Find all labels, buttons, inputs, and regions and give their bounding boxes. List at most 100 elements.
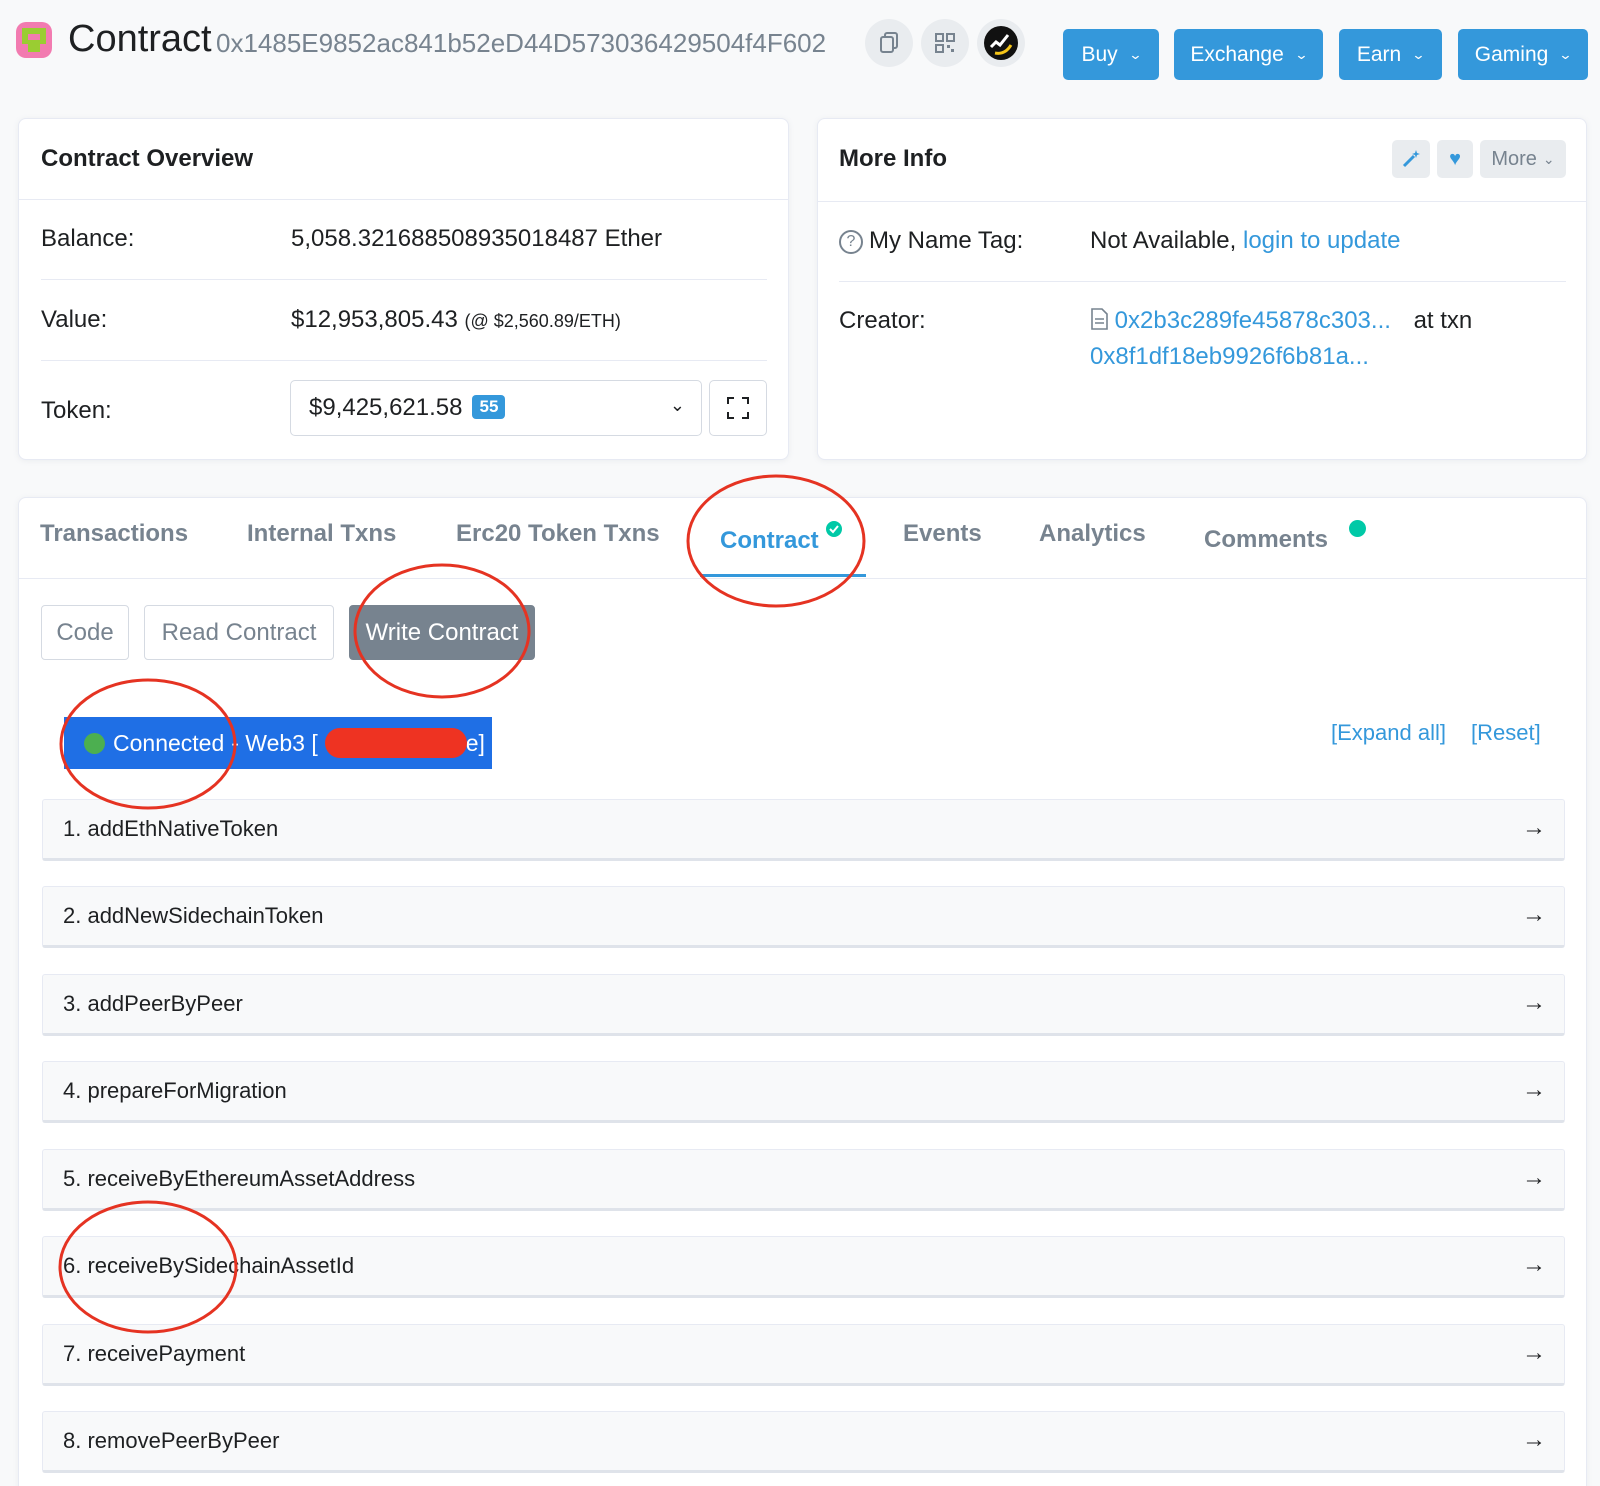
expand-all-link[interactable]: [Expand all] — [1331, 720, 1446, 746]
function-label: 8. removePeerByPeer — [63, 1428, 280, 1453]
function-row-8[interactable]: 8. removePeerByPeer → — [42, 1411, 1565, 1473]
overview-title: Contract Overview — [41, 145, 254, 172]
edit-magic-button[interactable] — [1392, 140, 1430, 178]
arrow-right-icon: → — [1522, 1251, 1546, 1278]
more-info-title: More Info — [839, 145, 947, 172]
copy-address-button[interactable] — [865, 19, 913, 67]
token-value-row: $9,425,621.58 55 — [309, 394, 506, 422]
arrow-right-icon: → — [1522, 901, 1546, 928]
nav-buy-button[interactable]: Buy ⌄ — [1063, 29, 1159, 80]
chevron-down-icon: ⌄ — [669, 395, 685, 415]
creator-address-link[interactable]: 0x2b3c289fe45878c303... — [1115, 307, 1391, 334]
function-row-2[interactable]: 2. addNewSidechainToken → — [42, 886, 1565, 948]
page-header: Contract 0x1485E9852ac841b52eD44D5730364… — [0, 0, 1600, 100]
chevron-down-icon: ⌄ — [1411, 46, 1426, 62]
subtab-read-contract[interactable]: Read Contract — [144, 605, 334, 660]
token-value: $9,425,621.58 — [309, 394, 463, 421]
tab-analytics[interactable]: Analytics — [1039, 520, 1146, 548]
verified-check-icon — [826, 521, 843, 537]
arrow-right-icon: → — [1522, 814, 1546, 841]
token-expand-button[interactable] — [709, 380, 767, 436]
more-label: More — [1491, 147, 1537, 170]
divider — [41, 279, 767, 280]
creator-label: Creator: — [839, 307, 926, 334]
arrow-right-icon: → — [1522, 1164, 1546, 1191]
name-tag-value-row: Not Available, login to update — [1090, 227, 1400, 255]
chart-logo-icon — [984, 26, 1018, 60]
function-label: 3. addPeerByPeer — [63, 991, 243, 1016]
name-tag-label-row: ? My Name Tag: — [839, 227, 1023, 255]
divider — [818, 201, 1586, 202]
nav-exchange-button[interactable]: Exchange ⌄ — [1174, 29, 1323, 80]
magic-wand-icon — [1402, 150, 1420, 168]
arrow-right-icon: → — [1522, 1076, 1546, 1103]
favorite-button[interactable]: ♥ — [1437, 140, 1473, 178]
nav-buy-label: Buy — [1081, 42, 1118, 66]
tab-comments[interactable]: Comments — [1204, 520, 1366, 554]
connected-status-dot — [84, 732, 105, 754]
more-dropdown-button[interactable]: More ⌄ — [1480, 140, 1566, 178]
function-label: 4. prepareForMigration — [63, 1078, 287, 1103]
analytics-logo-button[interactable] — [977, 19, 1025, 67]
page-title: Contract — [68, 18, 212, 60]
name-tag-label: My Name Tag: — [869, 227, 1024, 254]
connected-status: Connected — [113, 729, 225, 756]
nav-earn-label: Earn — [1356, 42, 1402, 66]
redaction-mark — [325, 728, 467, 758]
heart-icon: ♥ — [1449, 147, 1461, 170]
token-holdings-dropdown[interactable]: $9,425,621.58 55 ⌄ — [290, 380, 702, 436]
web3-provider-end: e] — [465, 729, 485, 756]
subtab-code[interactable]: Code — [41, 605, 129, 660]
login-to-update-link[interactable]: login to update — [1243, 227, 1400, 254]
value-rate: (@ $2,560.89/ETH) — [464, 311, 621, 331]
active-tab-indicator — [700, 574, 866, 577]
tab-comments-label: Comments — [1204, 526, 1329, 553]
token-label: Token: — [41, 397, 112, 424]
value-label: Value: — [41, 306, 108, 333]
function-row-1[interactable]: 1. addEthNativeToken → — [42, 799, 1565, 861]
function-label: 7. receivePayment — [63, 1341, 246, 1366]
function-row-7[interactable]: 7. receivePayment → — [42, 1324, 1565, 1386]
function-label: 1. addEthNativeToken — [63, 816, 279, 841]
function-label: 2. addNewSidechainToken — [63, 903, 324, 928]
function-row-5[interactable]: 5. receiveByEthereumAssetAddress → — [42, 1149, 1565, 1211]
divider — [839, 281, 1566, 282]
subtab-write-contract[interactable]: Write Contract — [349, 605, 535, 660]
function-row-4[interactable]: 4. prepareForMigration → — [42, 1061, 1565, 1123]
balance-label: Balance: — [41, 225, 135, 252]
nav-earn-button[interactable]: Earn ⌄ — [1339, 29, 1442, 80]
nav-gaming-button[interactable]: Gaming ⌄ — [1458, 29, 1588, 80]
creator-at-txn: at txn — [1413, 307, 1473, 334]
nav-gaming-label: Gaming — [1474, 42, 1549, 66]
chevron-down-icon: ⌄ — [1128, 46, 1143, 62]
chevron-down-icon: ⌄ — [1294, 46, 1309, 62]
balance-value: 5,058.321688508935018487 Ether — [291, 225, 663, 252]
tab-events[interactable]: Events — [903, 520, 982, 548]
chevron-down-icon: ⌄ — [1542, 150, 1555, 167]
divider — [19, 578, 1586, 579]
creator-txn-link[interactable]: 0x8f1df18eb9926f6b81a... — [1090, 343, 1369, 371]
value-amount-row: $12,953,805.43 (@ $2,560.89/ETH) — [291, 306, 621, 334]
tab-contract[interactable]: Contract — [720, 520, 843, 555]
tab-internal-txns[interactable]: Internal Txns — [247, 520, 396, 548]
reset-link[interactable]: [Reset] — [1471, 720, 1541, 746]
help-circle-icon: ? — [839, 230, 863, 254]
qr-code-icon — [935, 33, 955, 53]
tab-transactions[interactable]: Transactions — [40, 520, 188, 548]
function-label: 6. receiveBySidechainAssetId — [63, 1253, 355, 1278]
chevron-down-icon: ⌄ — [1558, 46, 1573, 62]
divider — [41, 360, 767, 361]
qr-code-button[interactable] — [921, 19, 969, 67]
function-row-6[interactable]: 6. receiveBySidechainAssetId → — [42, 1236, 1565, 1298]
creator-row: 0x2b3c289fe45878c303... at txn — [1090, 307, 1472, 335]
tab-contract-label: Contract — [720, 527, 819, 554]
tab-erc20-token-txns[interactable]: Erc20 Token Txns — [456, 520, 660, 548]
divider — [19, 199, 788, 200]
contract-identicon-icon — [16, 22, 52, 58]
function-row-3[interactable]: 3. addPeerByPeer → — [42, 974, 1565, 1036]
expand-icon — [727, 397, 749, 419]
value-amount: $12,953,805.43 — [291, 306, 458, 333]
new-comments-dot — [1348, 520, 1366, 537]
name-tag-value: Not Available, — [1090, 227, 1237, 254]
document-icon — [1091, 308, 1108, 330]
